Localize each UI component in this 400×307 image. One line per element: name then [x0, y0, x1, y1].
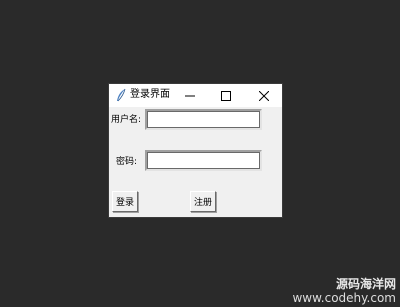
close-button[interactable]: [246, 84, 282, 107]
watermark: 源码海洋网 www.codehy.com: [292, 277, 396, 305]
username-label: 用户名:: [111, 115, 142, 125]
password-field[interactable]: [145, 150, 262, 171]
maximize-icon: [221, 90, 231, 101]
desktop: 登录界面 用户名: 密码: 登录 注册 源码海洋网 www.codehy.com: [0, 0, 400, 307]
maximize-button[interactable]: [208, 84, 244, 107]
username-field[interactable]: [145, 109, 262, 130]
watermark-url: www.codehy.com: [292, 291, 396, 305]
minimize-icon: [185, 95, 195, 96]
close-icon: [259, 90, 269, 101]
title-bar[interactable]: 登录界面: [109, 84, 282, 107]
watermark-title: 源码海洋网: [335, 277, 396, 291]
minimize-button[interactable]: [172, 84, 208, 107]
password-label: 密码:: [116, 157, 138, 167]
register-button[interactable]: 注册: [190, 191, 216, 212]
window-title: 登录界面: [130, 89, 170, 100]
feather-icon: [115, 88, 127, 103]
login-button[interactable]: 登录: [112, 191, 138, 212]
